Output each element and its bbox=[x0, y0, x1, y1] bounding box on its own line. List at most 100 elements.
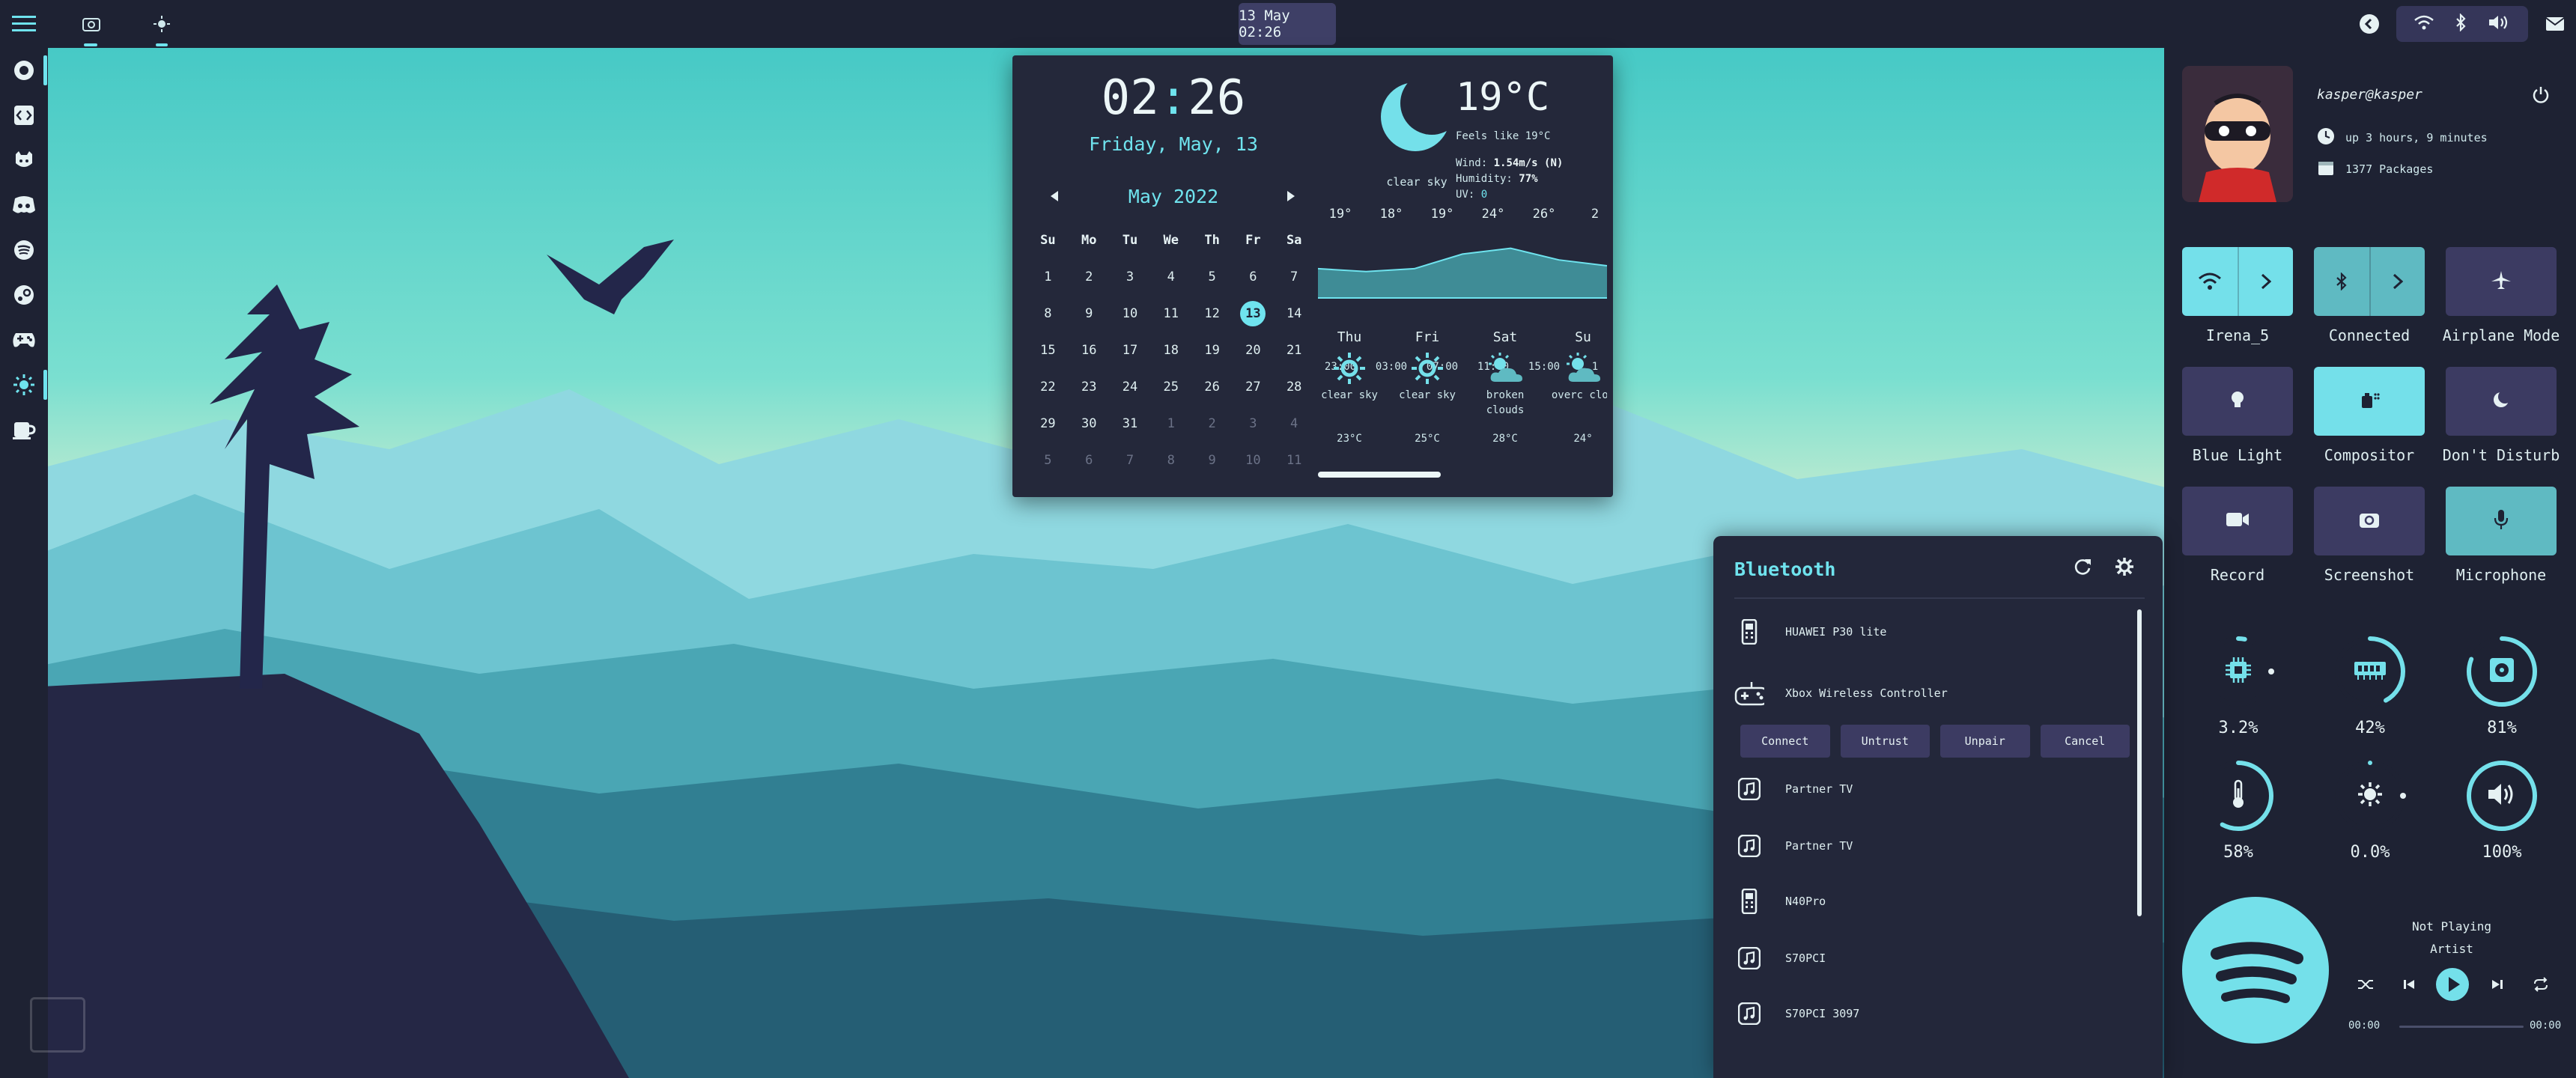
spotify-logo-icon[interactable] bbox=[2182, 897, 2329, 1044]
calendar-day[interactable]: 30 bbox=[1069, 405, 1110, 442]
calendar-day[interactable]: 16 bbox=[1069, 332, 1110, 368]
calendar-day[interactable]: 2 bbox=[1191, 405, 1233, 442]
calendar-day[interactable]: 15 bbox=[1027, 332, 1069, 368]
settings-icon[interactable] bbox=[7, 368, 40, 401]
repeat-icon[interactable] bbox=[2522, 966, 2560, 1003]
calendar-day[interactable]: 7 bbox=[1274, 258, 1315, 295]
calendar-day[interactable]: 5 bbox=[1191, 258, 1233, 295]
gamepad-icon[interactable] bbox=[7, 323, 40, 356]
github-icon[interactable] bbox=[7, 144, 40, 177]
calendar-day[interactable]: 4 bbox=[1274, 405, 1315, 442]
toggle-microphone[interactable] bbox=[2446, 487, 2557, 555]
toggle-moon[interactable] bbox=[2446, 367, 2557, 436]
calendar-day[interactable]: 20 bbox=[1233, 332, 1274, 368]
calendar-day[interactable]: 17 bbox=[1110, 332, 1151, 368]
firefox-icon[interactable] bbox=[7, 54, 40, 87]
calendar-day[interactable]: 6 bbox=[1233, 258, 1274, 295]
menu-icon[interactable] bbox=[9, 9, 39, 39]
toggle-airplane[interactable] bbox=[2446, 247, 2557, 316]
calendar-day[interactable]: 26 bbox=[1191, 368, 1233, 405]
calendar-day[interactable]: 1 bbox=[1027, 258, 1069, 295]
power-icon[interactable] bbox=[2531, 85, 2551, 108]
track-time-current: 00:00 bbox=[2348, 1020, 2381, 1032]
calendar-day[interactable]: 7 bbox=[1110, 442, 1151, 478]
code-editor-icon[interactable] bbox=[7, 99, 40, 132]
calendar-day[interactable]: 3 bbox=[1233, 405, 1274, 442]
toggle-lightbulb[interactable] bbox=[2182, 367, 2293, 436]
calendar-day[interactable]: 2 bbox=[1069, 258, 1110, 295]
calendar-day[interactable]: 8 bbox=[1150, 442, 1191, 478]
gauge-volume[interactable] bbox=[2461, 755, 2543, 837]
forecast-scrollbar[interactable] bbox=[1318, 472, 1441, 478]
steam-icon[interactable] bbox=[7, 278, 40, 311]
play-button[interactable] bbox=[2434, 966, 2471, 1003]
untrust-button[interactable]: Untrust bbox=[1840, 725, 1930, 758]
next-track-icon[interactable] bbox=[2479, 966, 2516, 1003]
cancel-button[interactable]: Cancel bbox=[2040, 725, 2130, 758]
bluetooth-device[interactable]: Partner TV bbox=[1734, 825, 2124, 867]
calendar-day[interactable]: 27 bbox=[1233, 368, 1274, 405]
chevron-right-icon[interactable] bbox=[2369, 247, 2425, 316]
previous-track-icon[interactable] bbox=[2390, 966, 2428, 1003]
calendar-day[interactable]: 3 bbox=[1110, 258, 1151, 295]
bluetooth-device[interactable]: Xbox Wireless Controller bbox=[1734, 672, 2124, 714]
bluetooth-device[interactable]: Partner TV bbox=[1734, 768, 2124, 810]
toggle-video[interactable] bbox=[2182, 487, 2293, 555]
calendar-day[interactable]: 1 bbox=[1150, 405, 1191, 442]
track-progress-bar[interactable] bbox=[2399, 1026, 2524, 1028]
calendar-day[interactable]: 29 bbox=[1027, 405, 1069, 442]
toggle-bluetooth[interactable] bbox=[2314, 247, 2425, 316]
refresh-icon[interactable] bbox=[2073, 557, 2092, 579]
shuffle-icon[interactable] bbox=[2347, 966, 2384, 1003]
toggle-compositor[interactable] bbox=[2314, 367, 2425, 436]
calendar-day[interactable]: 11 bbox=[1150, 295, 1191, 332]
forecast-day: Su bbox=[1575, 329, 1591, 345]
calendar-day-today[interactable]: 13 bbox=[1233, 295, 1274, 332]
calendar-day[interactable]: 6 bbox=[1069, 442, 1110, 478]
calendar-day[interactable]: 18 bbox=[1150, 332, 1191, 368]
calendar-day[interactable]: 12 bbox=[1191, 295, 1233, 332]
calendar-day[interactable]: 25 bbox=[1150, 368, 1191, 405]
scrollbar[interactable] bbox=[2137, 609, 2142, 916]
prev-month-icon[interactable] bbox=[1045, 187, 1063, 205]
bluetooth-device[interactable]: N40Pro bbox=[1734, 880, 2124, 922]
next-month-icon[interactable] bbox=[1282, 187, 1300, 205]
gear-icon[interactable] bbox=[2115, 557, 2134, 579]
bluetooth-device[interactable]: S70PCI 3097 bbox=[1734, 993, 2124, 1035]
coffee-icon[interactable] bbox=[7, 413, 40, 446]
spotify-icon[interactable] bbox=[7, 234, 40, 267]
calendar-day[interactable]: 28 bbox=[1274, 368, 1315, 405]
screenshot-workspace-icon[interactable] bbox=[76, 9, 106, 39]
calendar-day[interactable]: 11 bbox=[1274, 442, 1315, 478]
bluetooth-device[interactable]: HUAWEI P30 lite bbox=[1734, 611, 2124, 653]
brightness-workspace-icon[interactable] bbox=[147, 9, 177, 39]
system-status-chip[interactable] bbox=[2396, 6, 2528, 42]
calendar-day[interactable]: 10 bbox=[1110, 295, 1151, 332]
gauge-brightness[interactable] bbox=[2329, 755, 2411, 837]
calendar-day[interactable]: 31 bbox=[1110, 405, 1151, 442]
calendar-day[interactable]: 9 bbox=[1191, 442, 1233, 478]
calendar-day[interactable]: 4 bbox=[1150, 258, 1191, 295]
toggle-wifi[interactable] bbox=[2182, 247, 2293, 316]
weekday-header: Tu bbox=[1122, 232, 1138, 248]
calendar-day[interactable]: 10 bbox=[1233, 442, 1274, 478]
calendar-day[interactable]: 24 bbox=[1110, 368, 1151, 405]
mail-icon[interactable] bbox=[2540, 9, 2570, 39]
calendar-day[interactable]: 23 bbox=[1069, 368, 1110, 405]
calendar-day[interactable]: 8 bbox=[1027, 295, 1069, 332]
chevron-right-icon[interactable] bbox=[2238, 247, 2293, 316]
back-arrow-icon[interactable] bbox=[2354, 9, 2384, 39]
bluetooth-device[interactable]: S70PCI bbox=[1734, 937, 2124, 979]
discord-icon[interactable] bbox=[7, 189, 40, 222]
clock-button[interactable]: 13 May 02:26 bbox=[1239, 3, 1336, 45]
daily-forecast[interactable]: Thu clear sky 23°C Fri clear sky 25°C Sat broke… bbox=[1318, 329, 1607, 479]
calendar-day[interactable]: 9 bbox=[1069, 295, 1110, 332]
connect-button[interactable]: Connect bbox=[1740, 725, 1830, 758]
toggle-camera[interactable] bbox=[2314, 487, 2425, 555]
unpair-button[interactable]: Unpair bbox=[1940, 725, 2030, 758]
calendar-day[interactable]: 14 bbox=[1274, 295, 1315, 332]
calendar-day[interactable]: 21 bbox=[1274, 332, 1315, 368]
calendar-day[interactable]: 22 bbox=[1027, 368, 1069, 405]
calendar-day[interactable]: 19 bbox=[1191, 332, 1233, 368]
calendar-day[interactable]: 5 bbox=[1027, 442, 1069, 478]
